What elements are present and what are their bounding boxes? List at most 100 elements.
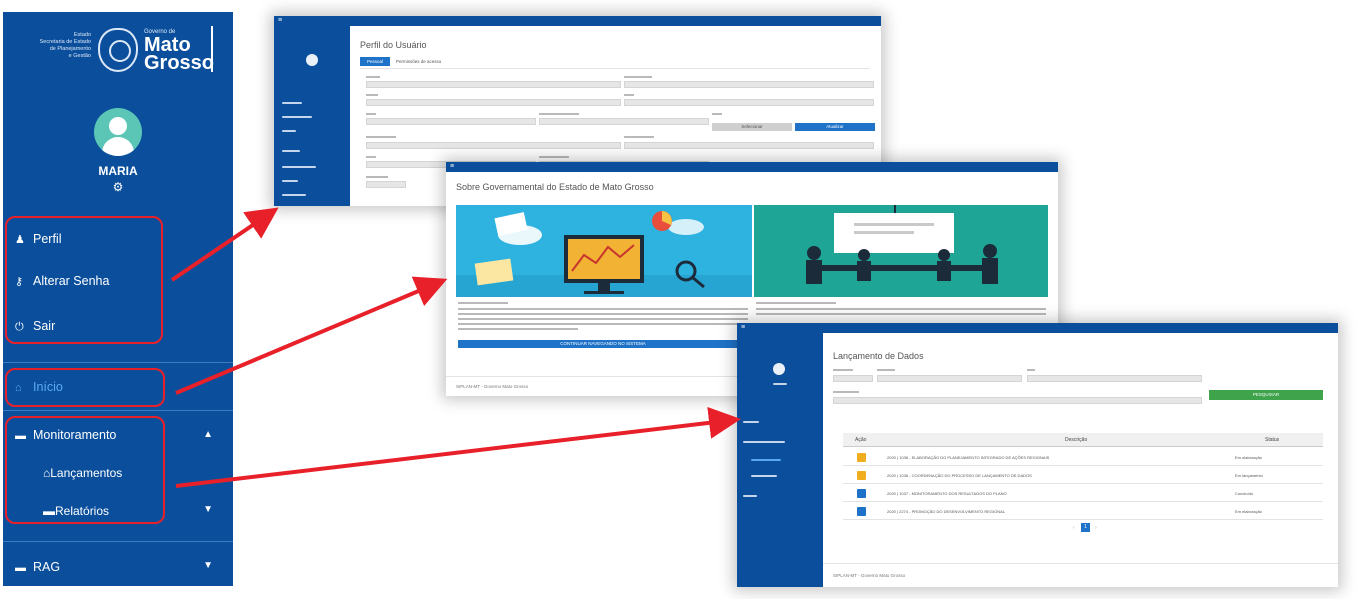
search-button[interactable]: PESQUISAR — [1209, 390, 1323, 400]
view-icon[interactable] — [857, 489, 866, 498]
table-row[interactable]: 2020 | 1037 - MONITORAMENTO DOS RESULTAD… — [843, 485, 1323, 502]
logo-divider — [211, 26, 213, 72]
mini-menu-item — [743, 421, 759, 423]
text-line — [458, 323, 748, 325]
illustration-analytics — [456, 205, 752, 297]
pagination-page[interactable]: 1 — [1081, 523, 1090, 532]
text-line — [756, 308, 1046, 310]
row-status: Concluído — [1235, 491, 1254, 496]
table-header: Ação Descrição Status — [843, 433, 1323, 447]
mini-menu-item — [743, 495, 757, 497]
chevron-down-icon[interactable]: ▼ — [203, 560, 213, 571]
input-field[interactable] — [624, 99, 874, 106]
divider — [360, 68, 870, 69]
highlight-inicio — [5, 368, 165, 407]
page-title: Perfil do Usuário — [360, 40, 427, 50]
chevron-down-icon[interactable]: ▼ — [203, 504, 213, 515]
logo: Estado Secretaria de Estado de Planejame… — [3, 12, 233, 102]
input-field[interactable] — [366, 181, 406, 188]
select-field[interactable] — [877, 375, 1022, 382]
row-description: 2020 | 2274 - PROMOÇÃO DO DESENVOLVIMENT… — [887, 509, 1006, 514]
footer: SIPLAN-MT - Governo Mato Grosso — [833, 573, 906, 578]
field-label — [624, 76, 652, 78]
field-label — [366, 94, 378, 96]
table-row[interactable]: 2020 | 1036 - COORDENAÇÃO DO PROCESSO DE… — [843, 467, 1323, 484]
menu-icon[interactable]: ≡ — [450, 163, 454, 170]
text-line — [458, 328, 578, 330]
select-field[interactable] — [1027, 375, 1202, 382]
launch-window: ≡ Lançamento de Dados PESQUISAR Ação Des… — [737, 323, 1338, 587]
menu-icon[interactable]: ≡ — [741, 324, 745, 331]
continue-button[interactable]: CONTINUAR NAVEGANDO NO SISTEMA — [458, 340, 748, 348]
row-description: 2020 | 1037 - MONITORAMENTO DOS RESULTAD… — [887, 491, 1007, 496]
mini-menu-item — [282, 194, 306, 196]
view-icon[interactable] — [857, 507, 866, 516]
table-row[interactable]: 2020 | 2274 - PROMOÇÃO DO DESENVOLVIMENT… — [843, 503, 1323, 520]
page-title: Lançamento de Dados — [833, 351, 924, 361]
field-label — [366, 176, 388, 178]
footer: SIPLAN-MT - Governo Mato Grosso — [456, 384, 529, 389]
avatar — [306, 54, 318, 66]
mini-menu-item — [743, 441, 785, 443]
row-status: Em elaboração — [1235, 509, 1262, 514]
input-field[interactable] — [624, 142, 874, 149]
update-button[interactable]: Atualizar — [795, 123, 875, 131]
select-field[interactable] — [833, 397, 1202, 404]
field-label — [366, 156, 376, 158]
input-field[interactable] — [366, 118, 536, 125]
tutorial-composite: Estado Secretaria de Estado de Planejame… — [0, 0, 1360, 599]
menu-icon[interactable]: ≡ — [278, 17, 282, 24]
sidebar-item-rag[interactable]: ▬ RAG — [15, 560, 60, 574]
input-field[interactable] — [539, 118, 709, 125]
text-line — [458, 318, 748, 320]
analytics-illustration — [456, 211, 752, 297]
meeting-illustration — [806, 205, 998, 284]
highlight-user-menu — [5, 216, 163, 344]
field-label — [366, 76, 380, 78]
mini-user-name — [773, 383, 787, 385]
avatar-body — [102, 137, 134, 156]
avatar — [773, 363, 785, 375]
mini-menu-item — [282, 166, 316, 168]
sidebar-divider — [3, 410, 233, 411]
gear-icon[interactable]: ⚙ — [111, 180, 125, 194]
input-field[interactable] — [366, 99, 621, 106]
avatar[interactable] — [94, 108, 142, 156]
input-field[interactable] — [366, 142, 621, 149]
highlight-monitoramento — [5, 416, 165, 524]
field-label — [539, 156, 569, 158]
sidebar-divider — [3, 541, 233, 542]
field-label — [366, 136, 396, 138]
mini-menu-item — [282, 180, 298, 182]
field-label — [1027, 369, 1035, 371]
table-row[interactable]: 2020 | 1036 - ELABORAÇÃO DO PLANEJAMENTO… — [843, 449, 1323, 466]
pagination-next[interactable]: › — [1095, 525, 1097, 531]
field-label — [624, 94, 634, 96]
input-field[interactable] — [366, 81, 621, 88]
logo-gov-line2: Grosso — [144, 52, 215, 74]
column-header: Status — [1265, 437, 1280, 443]
field-label — [833, 391, 859, 393]
chevron-up-icon[interactable]: ▲ — [203, 429, 213, 440]
row-description: 2020 | 1036 - COORDENAÇÃO DO PROCESSO DE… — [887, 473, 1032, 478]
edit-icon[interactable] — [857, 453, 866, 462]
tab-pessoal[interactable]: Pessoal — [360, 57, 390, 66]
divider — [823, 563, 1338, 564]
text-line — [458, 308, 748, 310]
column-header: Descrição — [1065, 437, 1088, 443]
select-field[interactable] — [833, 375, 873, 382]
tab-permissoes[interactable]: Permissões de acesso — [396, 57, 441, 66]
mini-menu-item — [282, 102, 302, 104]
field-label — [624, 136, 654, 138]
mini-menu-item — [751, 459, 781, 461]
select-button[interactable]: Selecionar — [712, 123, 792, 131]
input-field[interactable] — [624, 81, 874, 88]
sidebar-divider — [3, 362, 233, 363]
field-label — [833, 369, 853, 371]
column-header: Ação — [855, 437, 867, 443]
text-line — [756, 313, 1046, 315]
edit-icon[interactable] — [857, 471, 866, 480]
pagination-prev[interactable]: ‹ — [1073, 525, 1075, 531]
mini-sidebar — [274, 26, 350, 206]
mini-menu-item — [282, 150, 300, 152]
